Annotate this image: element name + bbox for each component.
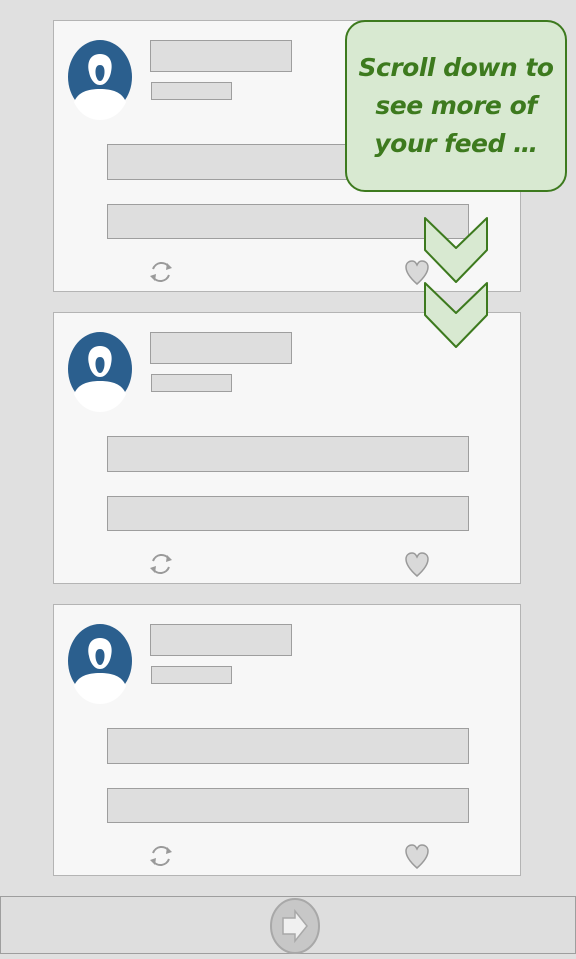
scroll-hint-callout: Scroll down to see more of your feed …: [345, 20, 567, 192]
author-handle-placeholder: [151, 666, 232, 684]
author-name-placeholder: [150, 40, 292, 72]
repost-icon: [147, 549, 175, 579]
heart-icon: [403, 841, 431, 871]
heart-icon: [403, 549, 431, 579]
avatar-icon: [68, 40, 132, 120]
chevron-down-icon: [423, 281, 489, 349]
post-content-placeholder: [107, 204, 469, 239]
post-content-placeholder: [107, 436, 469, 472]
post-content-placeholder: [107, 496, 469, 531]
post-content-placeholder: [107, 728, 469, 764]
author-handle-placeholder: [151, 82, 232, 100]
repost-icon: [147, 841, 175, 871]
repost-icon: [147, 257, 175, 287]
chevron-down-icon: [423, 216, 489, 284]
arrow-right-icon: [268, 897, 322, 955]
avatar-icon: [68, 332, 132, 412]
repost-button[interactable]: [147, 257, 175, 287]
author-handle-placeholder: [151, 374, 232, 392]
scroll-hint-text: Scroll down to see more of your feed …: [358, 53, 554, 158]
repost-button[interactable]: [147, 841, 175, 871]
bottom-bar: [0, 896, 576, 954]
like-button[interactable]: [403, 841, 431, 871]
author-name-placeholder: [150, 624, 292, 656]
post-card: [53, 604, 521, 876]
like-button[interactable]: [403, 549, 431, 579]
next-button[interactable]: [268, 897, 322, 955]
post-content-placeholder: [107, 788, 469, 823]
post-card: [53, 312, 521, 584]
repost-button[interactable]: [147, 549, 175, 579]
author-name-placeholder: [150, 332, 292, 364]
avatar-icon: [68, 624, 132, 704]
